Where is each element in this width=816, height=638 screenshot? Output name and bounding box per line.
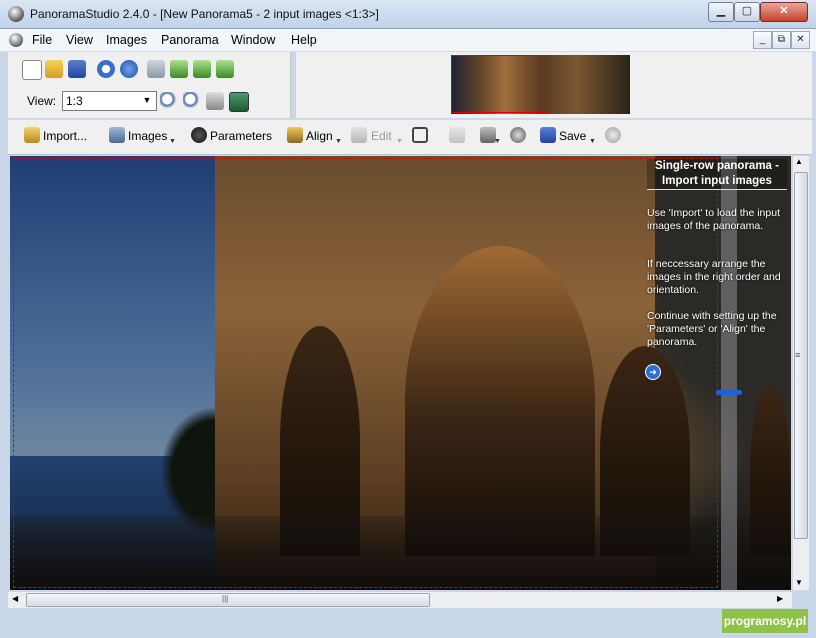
align-dropdown-arrow[interactable]: ▼ <box>335 138 342 145</box>
zoom-select-value: 1:3 <box>66 94 83 108</box>
print-icon <box>449 127 465 143</box>
render-dropdown-arrow[interactable]: ▼ <box>494 138 501 145</box>
menu-panorama[interactable]: Panorama <box>161 33 219 47</box>
image-boundary <box>13 158 718 588</box>
minimize-button[interactable]: ▁ <box>708 2 734 22</box>
import-button[interactable]: Import... <box>43 129 87 143</box>
menu-help[interactable]: Help <box>291 33 317 47</box>
view-label: View: <box>27 94 57 108</box>
rotate-left-icon[interactable] <box>147 60 165 78</box>
help-icon[interactable] <box>120 60 138 78</box>
app-icon <box>8 6 24 22</box>
zoom-out-icon[interactable] <box>183 92 201 110</box>
chevron-down-icon[interactable]: ▼ <box>140 92 154 108</box>
scroll-right-arrow-icon[interactable]: ▶ <box>777 594 783 603</box>
align-button[interactable]: Align <box>306 129 333 143</box>
save-icon[interactable] <box>540 127 556 143</box>
save-button[interactable]: Save <box>559 129 586 143</box>
parameters-icon[interactable] <box>191 127 207 143</box>
menu-file[interactable]: File <box>32 33 52 47</box>
watermark-badge: programosy.pl <box>722 609 808 633</box>
menu-images[interactable]: Images <box>106 33 147 47</box>
scroll-up-arrow-icon[interactable]: ▲ <box>795 157 803 166</box>
help-next-icon[interactable]: ➜ <box>645 364 661 380</box>
status-bar <box>0 609 816 638</box>
zoom-in-icon[interactable] <box>160 92 178 110</box>
align-icon[interactable] <box>287 127 303 143</box>
save-disk-icon[interactable] <box>68 60 86 78</box>
scroll-down-arrow-icon[interactable]: ▼ <box>795 578 803 587</box>
rotate-icon[interactable] <box>170 60 188 78</box>
export-icon <box>605 127 621 143</box>
crop-icon[interactable] <box>412 127 428 143</box>
fit-window-icon[interactable] <box>229 92 249 112</box>
images-dropdown-arrow[interactable]: ▼ <box>169 138 176 145</box>
open-folder-icon[interactable] <box>45 60 63 78</box>
edit-dropdown-arrow: ▼ <box>396 138 403 145</box>
doc-restore-button[interactable]: ⧉ <box>772 31 791 49</box>
help-text-continue: Continue with setting up the 'Parameters… <box>647 310 777 348</box>
scroll-left-arrow-icon[interactable]: ◀ <box>12 594 18 603</box>
import-icon[interactable] <box>24 127 40 143</box>
edit-button: Edit <box>371 129 392 143</box>
doc-close-button[interactable]: ✕ <box>791 31 810 49</box>
menu-view[interactable]: View <box>66 33 93 47</box>
help-text-arrange: If neccessary arrange the images in the … <box>647 258 781 296</box>
info-icon[interactable] <box>97 60 115 78</box>
maximize-button[interactable]: ▢ <box>734 2 760 22</box>
rotate-right-icon[interactable] <box>216 60 234 78</box>
hscroll-grip: ||| <box>222 594 229 603</box>
new-file-icon[interactable] <box>22 60 42 80</box>
images-button[interactable]: Images <box>128 129 167 143</box>
doc-minimize-button[interactable]: _ <box>753 31 772 49</box>
fit-width-icon[interactable] <box>206 92 224 110</box>
thumbnail-viewport-frame[interactable] <box>451 55 550 113</box>
edit-icon <box>351 127 367 143</box>
save-dropdown-arrow[interactable]: ▼ <box>589 138 596 145</box>
color-correction-icon[interactable] <box>510 127 526 143</box>
parameters-button[interactable]: Parameters <box>210 129 272 143</box>
images-icon[interactable] <box>109 127 125 143</box>
overlap-drag-handle[interactable] <box>716 390 742 395</box>
help-text-import: Use 'Import' to load the input images of… <box>647 207 780 232</box>
refresh-icon[interactable] <box>193 60 211 78</box>
window-title: PanoramaStudio 2.4.0 - [New Panorama5 - … <box>30 7 379 21</box>
help-title: Single-row panorama - Import input image… <box>647 159 787 190</box>
menu-window[interactable]: Window <box>231 33 275 47</box>
close-button[interactable]: ✕ <box>760 2 808 22</box>
scroll-grip-icon: ≡ <box>795 350 801 360</box>
document-icon[interactable] <box>9 33 23 47</box>
